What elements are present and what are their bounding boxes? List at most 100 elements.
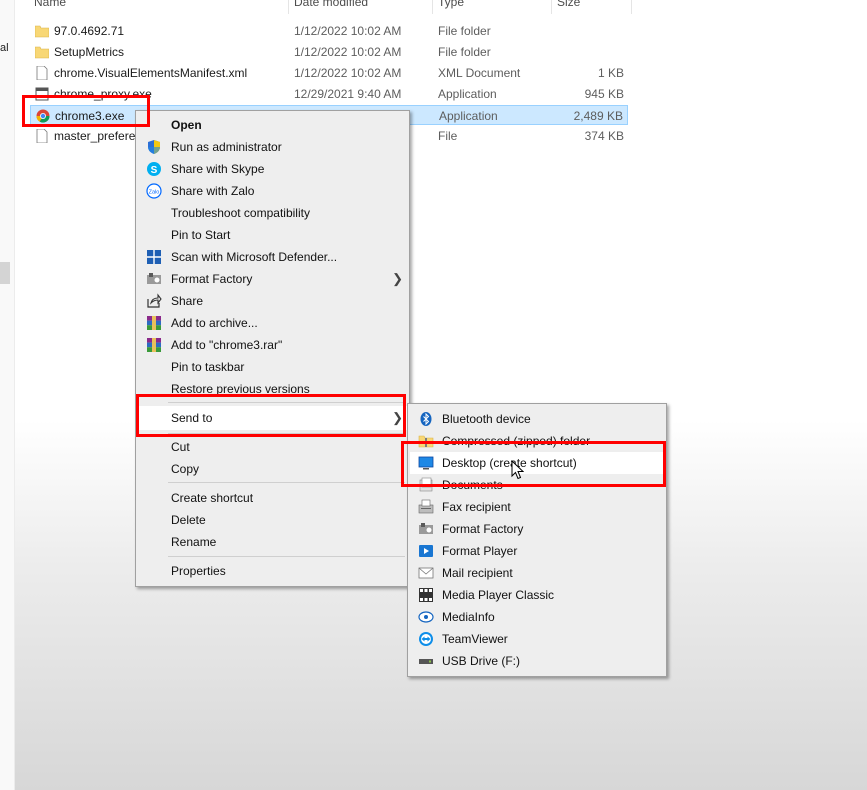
menu-item-open[interactable]: Open	[138, 114, 407, 136]
send-to-format-factory[interactable]: Format Factory	[410, 518, 664, 540]
menu-item-label: Run as administrator	[171, 140, 282, 154]
menu-item-pin-to-start[interactable]: Pin to Start	[138, 224, 407, 246]
shield-icon	[148, 140, 160, 154]
menu-item-delete[interactable]: Delete	[138, 509, 407, 531]
menu-item-label: MediaInfo	[442, 610, 495, 624]
menu-item-label: Pin to taskbar	[171, 360, 245, 374]
send-to-teamviewer[interactable]: TeamViewer	[410, 628, 664, 650]
menu-item-add-to-archive[interactable]: Add to archive...	[138, 312, 407, 334]
mail-icon	[418, 567, 434, 579]
usb-drive-icon	[419, 659, 433, 664]
menu-item-label: Copy	[171, 462, 200, 476]
file-name: SetupMetrics	[54, 45, 125, 59]
highlight-box-desktop-shortcut	[401, 441, 666, 487]
format-player-icon	[419, 545, 433, 557]
send-to-mail-recipient[interactable]: Mail recipient	[410, 562, 664, 584]
file-size: 374 KB	[584, 129, 624, 143]
svg-text:S: S	[151, 165, 158, 176]
folder-icon	[35, 25, 49, 38]
menu-item-label: USB Drive (F:)	[442, 654, 520, 668]
mouse-cursor-icon	[511, 460, 524, 480]
menu-separator	[168, 556, 405, 557]
menu-item-label: Share	[171, 294, 204, 308]
column-divider[interactable]	[551, 0, 552, 14]
send-to-format-player[interactable]: Format Player	[410, 540, 664, 562]
send-to-fax-recipient[interactable]: Fax recipient	[410, 496, 664, 518]
menu-item-pin-to-taskbar[interactable]: Pin to taskbar	[138, 356, 407, 378]
svg-text:Zalo: Zalo	[149, 190, 160, 196]
menu-item-rename[interactable]: Rename	[138, 531, 407, 553]
menu-item-troubleshoot-compatibility[interactable]: Troubleshoot compatibility	[138, 202, 407, 224]
column-header-type[interactable]: Type	[438, 0, 464, 11]
menu-item-create-shortcut[interactable]: Create shortcut	[138, 487, 407, 509]
highlight-box-send-to	[136, 394, 406, 437]
menu-item-label: Mail recipient	[442, 566, 513, 580]
menu-item-label: Properties	[171, 564, 226, 578]
folder-icon	[35, 46, 49, 59]
menu-item-format-factory[interactable]: Format Factory ❯	[138, 268, 407, 290]
menu-item-label: Create shortcut	[171, 491, 254, 505]
file-type: Application	[438, 87, 497, 101]
document-icon	[36, 129, 48, 143]
teamviewer-icon	[419, 632, 433, 646]
file-row[interactable]: 97.0.4692.71 1/12/2022 10:02 AM File fol…	[30, 21, 628, 41]
menu-item-cut[interactable]: Cut	[138, 436, 407, 458]
send-to-media-player-classic[interactable]: Media Player Classic	[410, 584, 664, 606]
zalo-icon: Zalo	[146, 183, 162, 199]
media-player-icon	[419, 588, 433, 602]
menu-item-label: Open	[171, 118, 202, 132]
mediainfo-icon	[418, 611, 434, 623]
menu-item-label: Share with Skype	[171, 162, 265, 176]
send-to-bluetooth-device[interactable]: Bluetooth device	[410, 408, 664, 430]
column-header-size[interactable]: Size	[557, 0, 580, 11]
nav-scrollbar[interactable]	[0, 262, 10, 284]
file-row[interactable]: SetupMetrics 1/12/2022 10:02 AM File fol…	[30, 42, 628, 62]
menu-item-label: Pin to Start	[171, 228, 231, 242]
menu-item-label: Add to archive...	[171, 316, 258, 330]
file-type: XML Document	[438, 66, 521, 80]
winrar-icon	[147, 316, 161, 330]
menu-item-share-with-skype[interactable]: S Share with Skype	[138, 158, 407, 180]
menu-item-label: Format Player	[442, 544, 518, 558]
menu-item-label: Format Factory	[442, 522, 524, 536]
file-type: Application	[439, 109, 498, 123]
navigation-pane[interactable]: al	[0, 0, 15, 790]
send-to-mediainfo[interactable]: MediaInfo	[410, 606, 664, 628]
menu-item-add-to-rar[interactable]: Add to "chrome3.rar"	[138, 334, 407, 356]
highlight-box-selected-file	[22, 95, 150, 127]
file-date: 1/12/2022 10:02 AM	[294, 45, 402, 59]
menu-item-properties[interactable]: Properties	[138, 560, 407, 582]
file-name: chrome.VisualElementsManifest.xml	[54, 66, 248, 80]
menu-item-label: Media Player Classic	[442, 588, 555, 602]
file-date: 1/12/2022 10:02 AM	[294, 66, 402, 80]
menu-item-run-as-administrator[interactable]: Run as administrator	[138, 136, 407, 158]
submenu-arrow-icon: ❯	[392, 271, 403, 286]
menu-item-scan-with-defender[interactable]: Scan with Microsoft Defender...	[138, 246, 407, 268]
menu-item-label: Format Factory	[171, 272, 253, 286]
file-date: 1/12/2022 10:02 AM	[294, 24, 402, 38]
winrar-icon	[147, 338, 161, 352]
menu-item-label: TeamViewer	[442, 632, 508, 646]
menu-item-copy[interactable]: Copy	[138, 458, 407, 480]
file-row[interactable]: chrome.VisualElementsManifest.xml 1/12/2…	[30, 63, 628, 83]
column-header-name[interactable]: Name	[34, 0, 66, 11]
menu-item-label: Delete	[171, 513, 206, 527]
column-divider[interactable]	[631, 0, 632, 14]
menu-item-label: Cut	[171, 440, 190, 454]
context-menu: Open Run as administrator S Share with S…	[135, 110, 410, 587]
column-divider[interactable]	[432, 0, 433, 14]
format-factory-icon	[147, 273, 161, 284]
send-to-usb-drive[interactable]: USB Drive (F:)	[410, 650, 664, 672]
menu-item-share-with-zalo[interactable]: Zalo Share with Zalo	[138, 180, 407, 202]
menu-item-label: Share with Zalo	[171, 184, 255, 198]
file-type: File folder	[438, 24, 491, 38]
column-divider[interactable]	[288, 0, 289, 14]
file-type: File folder	[438, 45, 491, 59]
format-factory-icon	[419, 523, 433, 534]
file-date: 12/29/2021 9:40 AM	[294, 87, 402, 101]
menu-item-share[interactable]: Share	[138, 290, 407, 312]
menu-item-label: Bluetooth device	[442, 412, 531, 426]
defender-icon	[147, 250, 161, 264]
menu-item-label: Rename	[171, 535, 217, 549]
column-header-date[interactable]: Date modified	[294, 0, 368, 11]
